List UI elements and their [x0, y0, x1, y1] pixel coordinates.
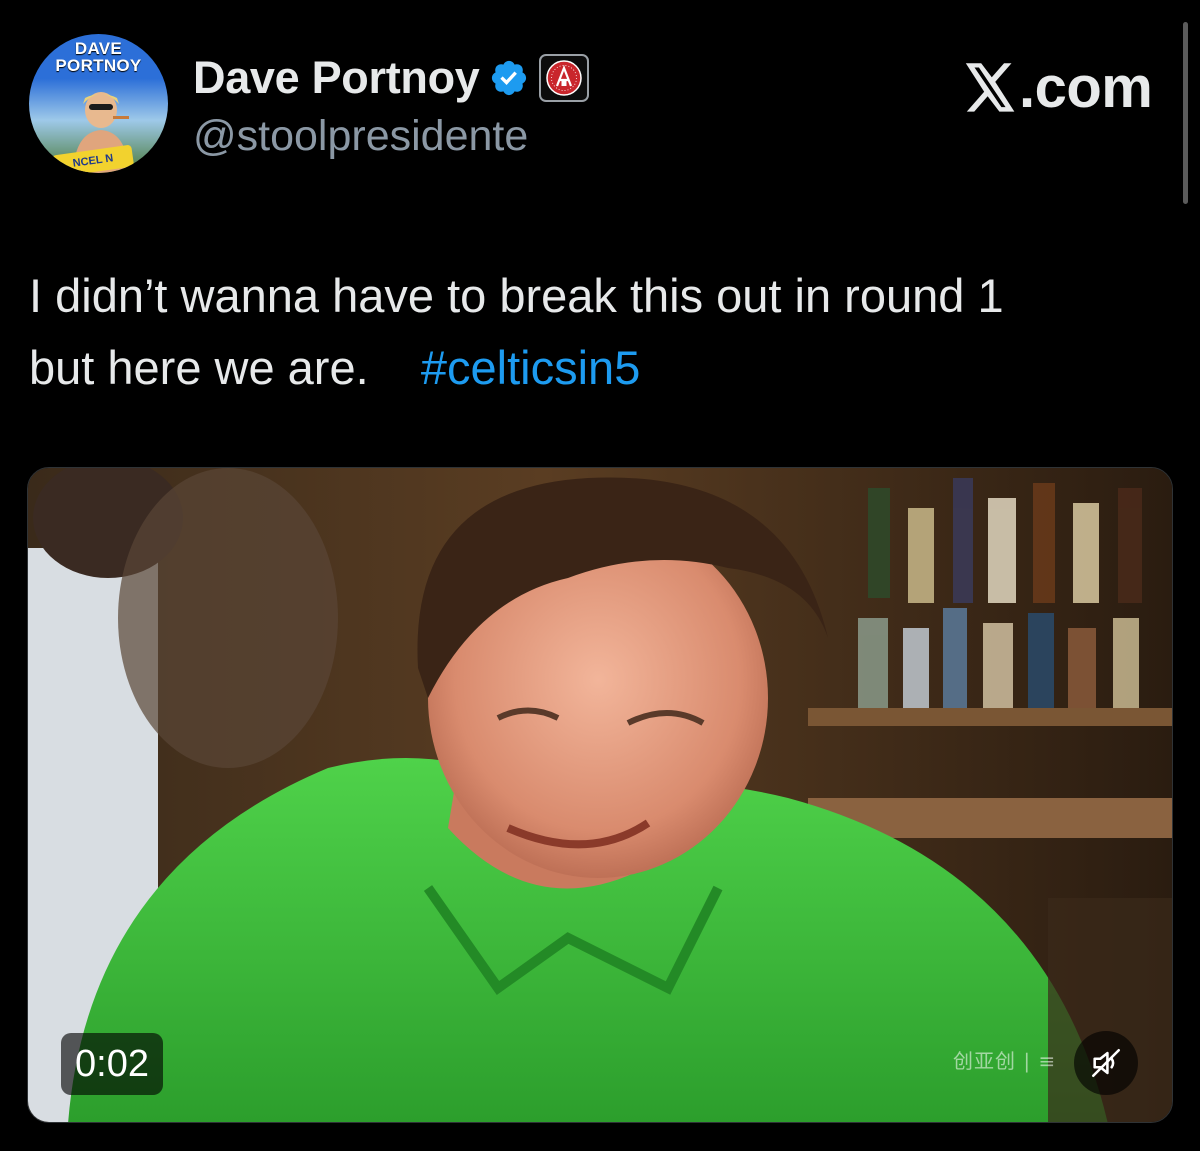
source-domain: .com — [1019, 55, 1153, 120]
tweet-card[interactable]: DAVE PORTNOY NCEL N Dave Portnoy @stoolp… — [0, 0, 1200, 1151]
video-player[interactable]: 0:02 创亚创 | ≡ — [27, 467, 1173, 1123]
tweet-text-line-1: I didn’t wanna have to break this out in… — [29, 269, 1004, 322]
tweet-text-line-2: but here we are. #celticsin5 — [29, 332, 1179, 404]
avatar-banner-text: DAVE PORTNOY — [55, 39, 142, 75]
mute-button[interactable] — [1074, 1031, 1138, 1095]
hashtag-link[interactable]: #celticsin5 — [421, 341, 640, 394]
display-name[interactable]: Dave Portnoy — [193, 52, 480, 104]
barstool-logo-icon[interactable] — [539, 54, 590, 102]
author-handle[interactable]: @stoolpresidente — [193, 112, 528, 161]
tweet-text-line-2-body: but here we are. — [29, 341, 421, 394]
verified-badge-icon[interactable] — [489, 58, 529, 98]
speaker-muted-icon — [1091, 1048, 1121, 1078]
author-name-row: Dave Portnoy — [193, 52, 590, 104]
video-frame — [28, 468, 1172, 1122]
source-label: .com — [963, 54, 1153, 121]
video-duration: 0:02 — [61, 1033, 163, 1095]
scroll-indicator[interactable] — [1183, 22, 1188, 204]
tweet-text: I didn’t wanna have to break this out in… — [29, 260, 1179, 404]
x-logo-icon — [965, 62, 1015, 112]
video-watermark: 创亚创 | ≡ — [953, 1049, 1057, 1073]
avatar[interactable]: DAVE PORTNOY NCEL N — [29, 34, 168, 173]
